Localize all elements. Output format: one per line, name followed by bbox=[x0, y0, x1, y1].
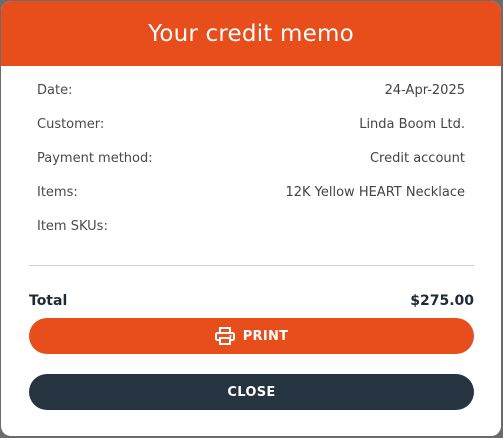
print-label: PRINT bbox=[242, 328, 289, 344]
close-label: CLOSE bbox=[227, 384, 276, 400]
date-label: Date: bbox=[37, 82, 73, 98]
dialog-header: Your credit memo bbox=[1, 1, 501, 66]
total-value: $275.00 bbox=[410, 293, 474, 309]
payment-method-value: Credit account bbox=[369, 150, 465, 166]
detail-row-item-skus: Item SKUs: bbox=[37, 214, 465, 238]
customer-value: Linda Boom Ltd. bbox=[359, 116, 465, 132]
payment-method-label: Payment method: bbox=[37, 150, 153, 166]
items-label: Items: bbox=[37, 184, 78, 200]
detail-row-customer: Customer: Linda Boom Ltd. bbox=[37, 112, 465, 136]
printer-icon bbox=[214, 327, 235, 345]
close-button[interactable]: CLOSE bbox=[29, 374, 474, 410]
customer-label: Customer: bbox=[37, 116, 105, 132]
item-skus-label: Item SKUs: bbox=[37, 218, 108, 234]
dialog-title: Your credit memo bbox=[148, 20, 354, 47]
print-button[interactable]: PRINT bbox=[29, 318, 474, 354]
date-value: 24-Apr-2025 bbox=[384, 82, 465, 98]
items-value: 12K Yellow HEART Necklace bbox=[285, 184, 465, 200]
detail-row-items: Items: 12K Yellow HEART Necklace bbox=[37, 180, 465, 204]
total-label: Total bbox=[29, 293, 68, 309]
detail-row-date: Date: 24-Apr-2025 bbox=[37, 78, 465, 102]
credit-memo-dialog: Your credit memo Date: 24-Apr-2025 Custo… bbox=[1, 1, 501, 436]
detail-row-payment-method: Payment method: Credit account bbox=[37, 146, 465, 170]
memo-details: Date: 24-Apr-2025 Customer: Linda Boom L… bbox=[29, 66, 474, 266]
total-row: Total $275.00 bbox=[29, 290, 474, 312]
